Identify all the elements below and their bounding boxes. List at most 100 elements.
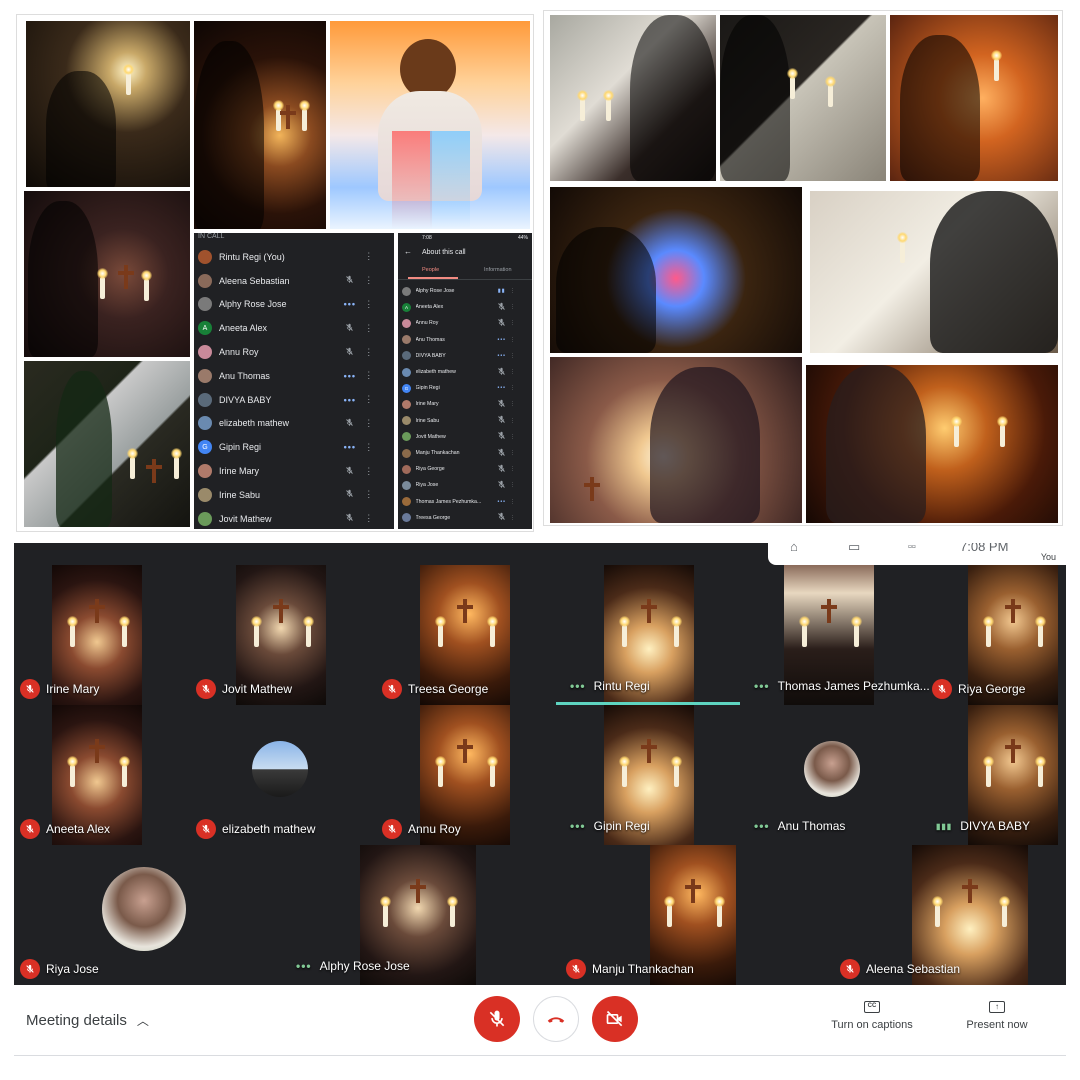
participant-name: Alphy Rose Jose: [415, 288, 455, 295]
kebab-menu-icon[interactable]: ⋮: [361, 275, 377, 286]
avatar: A: [198, 321, 212, 336]
right-participant-row[interactable]: Irine Mary ⋮: [398, 396, 532, 412]
left-participant-row[interactable]: Aleena Sebastian ⋮: [194, 269, 394, 293]
right-participant-row[interactable]: G Gipin Regi ••• ⋮: [398, 380, 532, 396]
participant-tile-label[interactable]: Aleena Sebastian: [834, 959, 960, 979]
right-participant-row[interactable]: Jovit Mathew ⋮: [398, 429, 532, 445]
kebab-menu-icon[interactable]: ⋮: [361, 442, 377, 453]
participant-tile-label[interactable]: ••• Thomas James Pezhumka...: [744, 679, 930, 693]
kebab-menu-icon[interactable]: ⋮: [508, 337, 517, 343]
kebab-menu-icon[interactable]: ⋮: [508, 515, 517, 521]
participant-name: DIVYA BABY: [960, 819, 1031, 833]
mic-toggle-button[interactable]: [474, 996, 520, 1042]
right-participant-row[interactable]: Treesa George ⋮: [398, 510, 532, 526]
kebab-menu-icon[interactable]: ⋮: [508, 434, 517, 440]
avatar: [198, 392, 212, 407]
top-bar: ⌂ ▭ ▫▫ 7:08 PM You: [768, 543, 1066, 565]
kebab-menu-icon[interactable]: ⋮: [508, 353, 517, 359]
left-participant-row[interactable]: A Aneeta Alex ⋮: [194, 316, 394, 340]
right-participant-row[interactable]: Thomas James Pezhumka... ••• ⋮: [398, 494, 532, 510]
kebab-menu-icon[interactable]: ⋮: [508, 499, 517, 505]
left-participant-row[interactable]: Irine Sabu ⋮: [194, 483, 394, 507]
kebab-menu-icon[interactable]: ⋮: [361, 347, 377, 358]
participant-tile-label[interactable]: Riya Jose: [14, 959, 99, 979]
participant-tile-label[interactable]: ••• Gipin Regi: [560, 819, 650, 833]
kebab-menu-icon[interactable]: ⋮: [361, 394, 377, 405]
kebab-menu-icon[interactable]: ⋮: [361, 418, 377, 429]
participant-tile-label[interactable]: Jovit Mathew: [190, 679, 292, 699]
captions-button[interactable]: CC Turn on captions: [822, 1001, 922, 1031]
participant-name: Treesa George: [408, 682, 489, 696]
left-participant-row[interactable]: DIVYA BABY ••• ⋮: [194, 388, 394, 412]
present-now-button[interactable]: ↑ Present now: [954, 1001, 1040, 1031]
participant-tile-label[interactable]: Riya George: [926, 679, 1025, 699]
participant-tile-label[interactable]: Annu Roy: [376, 819, 461, 839]
left-participant-row[interactable]: Rintu Regi (You) ⋮: [194, 245, 394, 269]
kebab-menu-icon[interactable]: ⋮: [508, 450, 517, 456]
people-icon[interactable]: ⌂: [790, 543, 798, 554]
leave-call-button[interactable]: [533, 996, 579, 1042]
kebab-menu-icon[interactable]: ⋮: [361, 466, 377, 477]
right-participant-row[interactable]: A Aneeta Alex ⋮: [398, 299, 532, 315]
participant-tile-label[interactable]: elizabeth mathew: [190, 819, 315, 839]
participant-avatar: [804, 741, 860, 797]
participant-name: Gipin Regi: [593, 819, 650, 833]
left-participant-row[interactable]: Annu Roy ⋮: [194, 340, 394, 364]
participant-name: Jovit Mathew: [222, 682, 293, 696]
kebab-menu-icon[interactable]: ⋮: [361, 299, 377, 310]
left-participant-row[interactable]: G Gipin Regi ••• ⋮: [194, 435, 394, 459]
participant-tile-label[interactable]: ••• Rintu Regi: [560, 679, 650, 693]
right-participant-row[interactable]: Annu Roy ⋮: [398, 315, 532, 331]
activities-icon[interactable]: ▫▫: [908, 543, 916, 553]
right-participant-row[interactable]: Alphy Rose Jose ▮▮ ⋮: [398, 283, 532, 299]
right-participant-row[interactable]: Riya George ⋮: [398, 461, 532, 477]
kebab-menu-icon[interactable]: ⋮: [361, 251, 377, 262]
candle: [671, 616, 682, 647]
participant-tile-label[interactable]: Manju Thankachan: [560, 959, 694, 979]
participant-tile-label[interactable]: Irine Mary: [14, 679, 99, 699]
kebab-menu-icon[interactable]: ⋮: [361, 513, 377, 524]
left-participant-row[interactable]: elizabeth mathew ⋮: [194, 412, 394, 436]
kebab-menu-icon[interactable]: ⋮: [508, 320, 517, 326]
right-participant-row[interactable]: DIVYA BABY ••• ⋮: [398, 348, 532, 364]
right-participant-row[interactable]: Manju Thankachan ⋮: [398, 445, 532, 461]
left-participant-row[interactable]: Anu Thomas ••• ⋮: [194, 364, 394, 388]
kebab-menu-icon[interactable]: ⋮: [361, 370, 377, 381]
camera-toggle-button[interactable]: [592, 996, 638, 1042]
left-participant-row[interactable]: Irine Mary ⋮: [194, 459, 394, 483]
tab-information[interactable]: Information: [484, 267, 512, 273]
tab-people[interactable]: People: [422, 267, 439, 273]
right-participant-row[interactable]: Riya Jose ⋮: [398, 477, 532, 493]
participant-name: Annu Roy: [415, 320, 439, 327]
kebab-menu-icon[interactable]: ⋮: [508, 401, 517, 407]
kebab-menu-icon[interactable]: ⋮: [361, 489, 377, 500]
meeting-details-button[interactable]: Meeting details ︿: [26, 1012, 149, 1029]
participant-name: Rintu Regi (You): [219, 251, 285, 262]
kebab-menu-icon[interactable]: ⋮: [508, 385, 517, 391]
right-participant-row[interactable]: elizabeth mathew ⋮: [398, 364, 532, 380]
kebab-menu-icon[interactable]: ⋮: [508, 482, 517, 488]
left-participant-row[interactable]: Jovit Mathew ⋮: [194, 507, 394, 529]
back-arrow-icon[interactable]: ←: [404, 247, 412, 256]
chat-icon[interactable]: ▭: [848, 543, 860, 555]
mic-off-icon: [20, 819, 40, 839]
more-dots-icon: •••: [343, 299, 357, 310]
participant-tile-label[interactable]: Aneeta Alex: [14, 819, 110, 839]
candle: [251, 616, 262, 647]
kebab-menu-icon[interactable]: ⋮: [508, 304, 517, 310]
participant-tile-label[interactable]: ••• Anu Thomas: [744, 819, 845, 833]
participant-tile-label[interactable]: ▮▮▮ DIVYA BABY: [926, 819, 1030, 833]
avatar: [198, 249, 212, 264]
right-participant-row[interactable]: Anu Thomas ••• ⋮: [398, 332, 532, 348]
kebab-menu-icon[interactable]: ⋮: [361, 323, 377, 334]
kebab-menu-icon[interactable]: ⋮: [508, 418, 517, 424]
control-bar: Meeting details ︿ CC Turn on captions ↑ …: [14, 985, 1066, 1055]
kebab-menu-icon[interactable]: ⋮: [508, 466, 517, 472]
mic-muted-icon: [496, 480, 508, 491]
kebab-menu-icon[interactable]: ⋮: [508, 369, 517, 375]
participant-tile-label[interactable]: Treesa George: [376, 679, 488, 699]
right-participant-row[interactable]: Irine Sabu ⋮: [398, 413, 532, 429]
participant-tile-label[interactable]: ••• Alphy Rose Jose: [286, 959, 410, 973]
kebab-menu-icon[interactable]: ⋮: [508, 288, 517, 294]
left-participant-row[interactable]: Alphy Rose Jose ••• ⋮: [194, 293, 394, 317]
